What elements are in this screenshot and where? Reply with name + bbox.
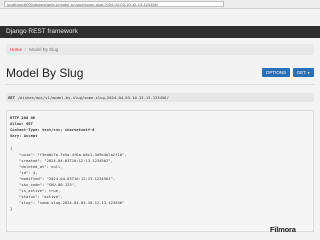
url-field[interactable]: localhost:8000/dishes/api/v1/model-by-sl… <box>4 1 224 7</box>
response-panel: HTTP 200 OK Allow: GET Content-Type: tex… <box>6 110 314 232</box>
response-content-type-header: Content-Type: text/csv; charset=utf-8 <box>10 127 95 133</box>
navbar-brand[interactable]: Django REST framework <box>6 28 78 36</box>
breadcrumb: Home / Model By Slug <box>6 44 314 55</box>
json-line-0: { <box>10 145 13 151</box>
top-navbar: Django REST framework <box>0 26 320 38</box>
request-info: GET/dishes/api/v1/model-by-slug/some-slu… <box>6 93 314 102</box>
json-line-1: "uuid": "f3ea8c7e-7e5a-4f6a-b8c1-3d9e4b7… <box>10 151 127 157</box>
json-line-7: "is_active": true, <box>10 188 61 194</box>
browser-address-bar[interactable]: localhost:8000/dishes/api/v1/model-by-sl… <box>0 0 320 9</box>
json-line-6: "sku_code": "SKU-00-123", <box>10 182 77 188</box>
response-vary-header: Vary: Accept <box>10 133 38 139</box>
watermark-logo: Filmora <box>270 225 296 234</box>
json-line-4: "id": 4, <box>10 169 38 175</box>
response-status: HTTP 200 OK <box>10 115 36 120</box>
response-allow-header: Allow: GET <box>10 121 33 127</box>
breadcrumb-separator: / <box>25 47 27 52</box>
breadcrumb-home-link[interactable]: Home <box>10 47 22 52</box>
json-line-3: "deleted_at": null, <box>10 163 63 169</box>
get-button-label: GET <box>296 70 306 75</box>
json-line-8: "status": "active", <box>10 194 63 200</box>
json-line-10: } <box>10 206 13 212</box>
page-title: Model By Slug <box>6 66 84 80</box>
request-method: GET <box>8 95 15 100</box>
get-button[interactable]: GET▼ <box>293 68 314 77</box>
divider <box>6 84 314 85</box>
json-line-2: "created": "2024-04-03T10:12:13.123456Z"… <box>10 157 113 163</box>
request-url: /dishes/api/v1/model-by-slug/some-slug-2… <box>17 95 169 100</box>
json-line-5: "modified": "2024-04-03T10:12:13.123456Z… <box>10 175 116 181</box>
json-line-9: "slug": "some-slug-2024-04-03-10-12-13-1… <box>10 200 125 206</box>
options-button[interactable]: OPTIONS <box>262 68 290 77</box>
chevron-down-icon: ▼ <box>306 71 311 75</box>
breadcrumb-current: Model By Slug <box>29 47 59 52</box>
